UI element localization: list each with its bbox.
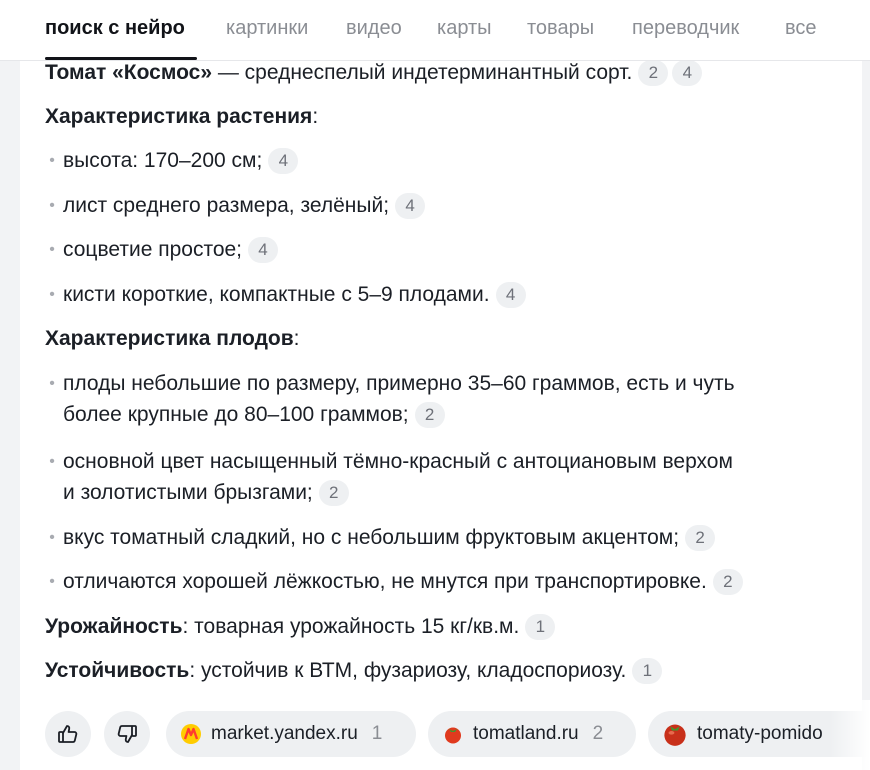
source-ref[interactable]: 4 [672,60,703,86]
source-ref[interactable]: 2 [638,60,669,86]
source-ref[interactable]: 1 [525,614,556,640]
resistance-text: : устойчив к ВТМ, фузариозу, кладоспорио… [189,659,627,682]
source-ref[interactable]: 2 [685,525,716,551]
source-ref[interactable]: 2 [318,480,349,506]
tab-neuro-search[interactable]: поиск с нейро [45,17,185,40]
intro-bold: Томат «Космос» [45,61,213,84]
list-item-text: соцветие простое; [63,238,243,261]
thumbs-up-icon [58,725,78,743]
fruit-heading-text: Характеристика плодов [45,327,294,350]
source-ref[interactable]: 2 [712,569,743,595]
source-chip-tomatland[interactable]: tomatland.ru 2 [428,711,636,757]
list-item: отличаются хорошей лёжкостью, не мнутся … [63,566,743,597]
tab-goods[interactable]: товары [527,17,594,40]
source-ref[interactable]: 2 [414,402,445,428]
tomato-icon [445,727,461,744]
list-item: кисти короткие, компактные с 5–9 плодами… [63,279,526,310]
intro-paragraph: Томат «Космос» — среднеспелый индетермин… [45,57,703,88]
source-ref[interactable]: 1 [632,658,663,684]
list-item-line: и золотистыми брызгами; 2 [63,477,349,508]
plant-heading-colon: : [312,105,319,128]
source-ref[interactable]: 4 [248,237,279,263]
tab-maps[interactable]: карты [437,17,492,40]
source-domain: market.yandex.ru [211,723,358,744]
list-item-text: и золотистыми брызгами; [63,481,313,504]
source-count: 2 [592,723,604,744]
source-domain: tomaty-pomido [697,723,823,744]
tab-all[interactable]: все [785,17,817,40]
tab-video[interactable]: видео [346,17,402,40]
source-domain: tomatland.ru [473,723,579,744]
intro-text: — среднеспелый индетерминантный сорт. [212,61,633,84]
source-ref[interactable]: 4 [268,148,299,174]
source-count: 1 [371,723,383,744]
market-logo-icon [181,724,201,744]
fruit-heading: Характеристика плодов: [45,323,300,354]
list-item: лист среднего размера, зелёный; 4 [63,190,426,221]
tab-translator[interactable]: переводчик [632,17,739,40]
list-item-line: плоды небольшие по размеру, примерно 35–… [63,372,735,395]
bullet-dot: • [49,286,55,303]
dislike-button[interactable] [104,711,150,757]
bullet-dot: • [49,197,55,214]
list-item: соцветие простое; 4 [63,234,279,265]
fruit-heading-colon: : [293,327,300,350]
list-item: вкус томатный сладкий, но с небольшим фр… [63,522,716,553]
list-item-text: более крупные до 80–100 граммов; [63,403,409,426]
search-tabs: поиск с нейро картинки видео карты товар… [0,0,870,61]
source-ref[interactable]: 4 [495,282,526,308]
list-item-text: высота: 170–200 см; [63,149,263,172]
tab-images[interactable]: картинки [226,17,308,40]
plant-heading-text: Характеристика растения [45,105,313,128]
scroll-fade [830,700,870,770]
list-item-text: лист среднего размера, зелёный; [63,194,390,217]
source-chip-market[interactable]: market.yandex.ru 1 [166,711,416,757]
bullet-dot: • [49,573,55,590]
yield-paragraph: Урожайность: товарная урожайность 15 кг/… [45,611,556,642]
yield-text: : товарная урожайность 15 кг/кв.м. [182,615,520,638]
bullet-dot: • [49,375,55,392]
list-item-text: вкус томатный сладкий, но с небольшим фр… [63,526,680,549]
list-item-line: более крупные до 80–100 граммов; 2 [63,399,445,430]
bullet-dot: • [49,241,55,258]
resistance-label: Устойчивость [45,659,190,682]
resistance-paragraph: Устойчивость: устойчив к ВТМ, фузариозу,… [45,655,663,686]
active-tab-indicator [45,57,197,60]
list-item: высота: 170–200 см; 4 [63,145,299,176]
thumbs-down-icon [117,725,137,743]
plant-heading: Характеристика растения: [45,101,318,132]
list-item-text: отличаются хорошей лёжкостью, не мнутся … [63,570,707,593]
list-item-text: кисти короткие, компактные с 5–9 плодами… [63,283,490,306]
list-item-line: основной цвет насыщенный тёмно-красный с… [63,450,733,473]
like-button[interactable] [45,711,91,757]
bullet-dot: • [49,529,55,546]
yield-label: Урожайность [45,615,183,638]
source-ref[interactable]: 4 [395,193,426,219]
bullet-dot: • [49,453,55,470]
bullet-dot: • [49,152,55,169]
tomato-icon [664,724,686,746]
